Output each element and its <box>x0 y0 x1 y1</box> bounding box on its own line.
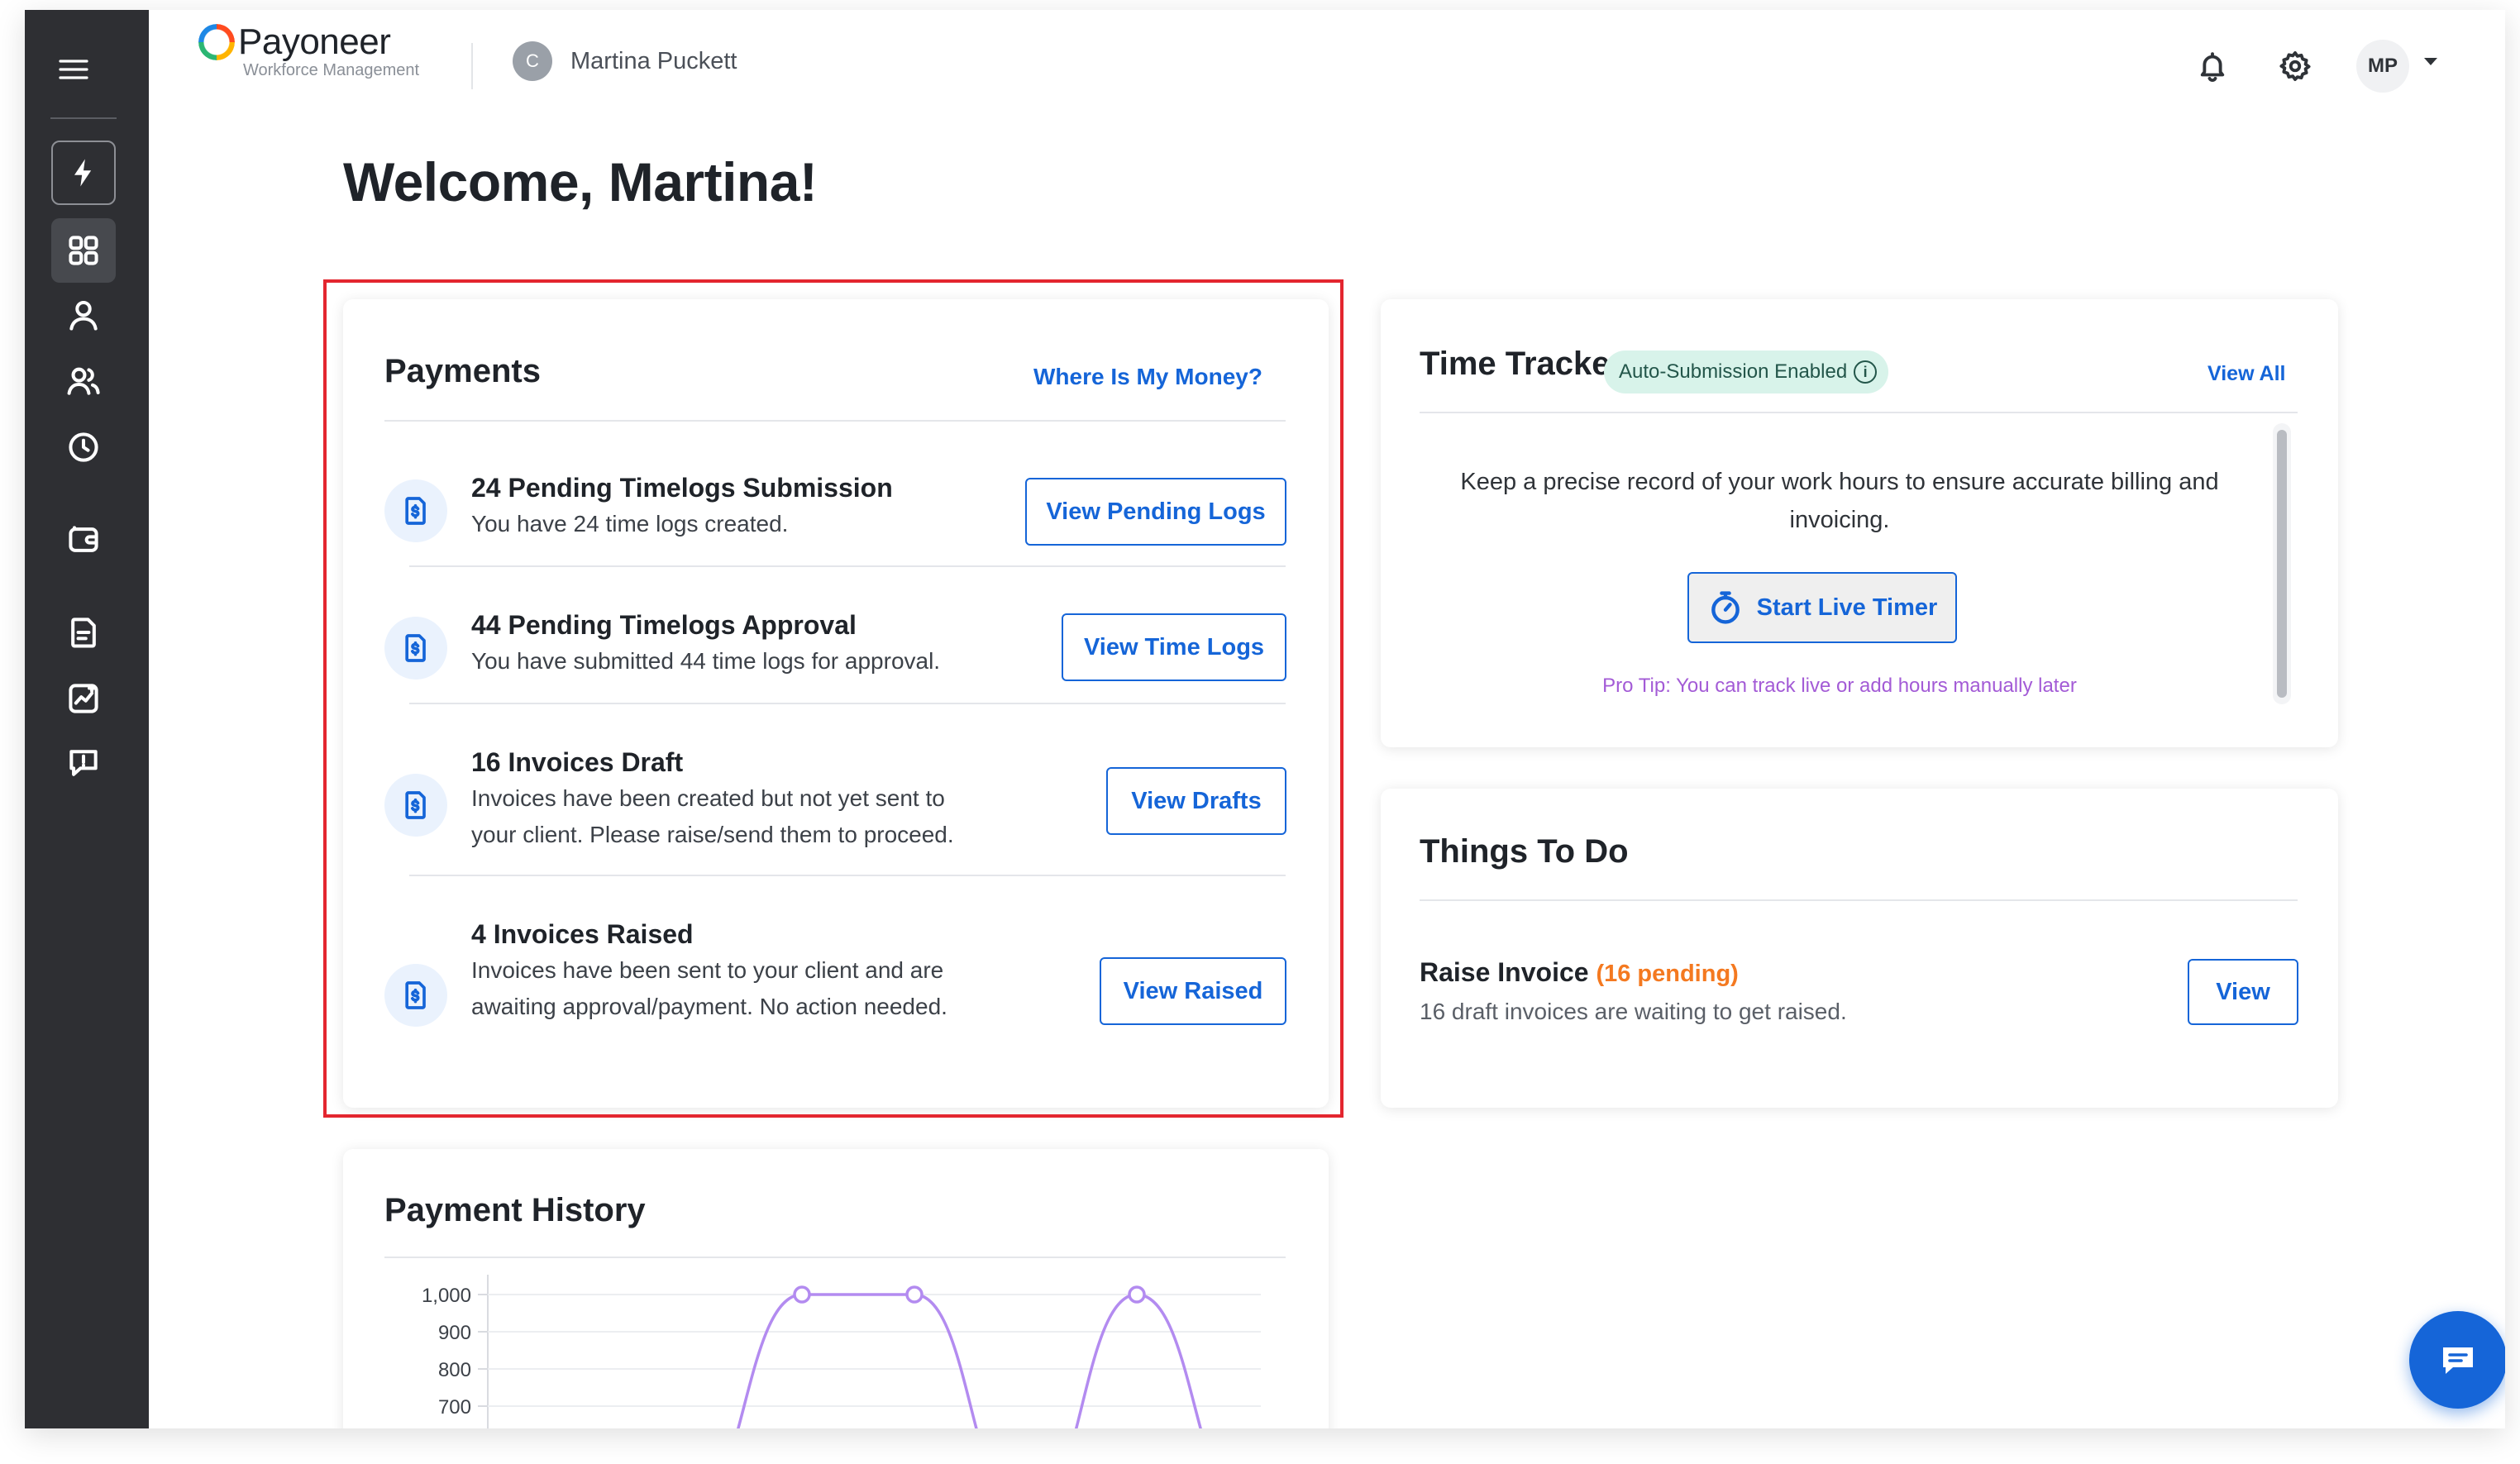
menu-icon[interactable] <box>55 51 92 88</box>
where-is-my-money-link[interactable]: Where Is My Money? <box>1033 364 1262 390</box>
divider <box>409 875 1286 876</box>
payment-history-chart: 1,000 900 800 700 <box>422 1275 1261 1428</box>
chat-button[interactable] <box>2409 1311 2505 1409</box>
auto-submission-badge: Auto-Submission Enabled i <box>1604 351 1889 393</box>
settings-button[interactable] <box>2272 43 2318 89</box>
invoice-dollar-icon <box>384 774 447 837</box>
notifications-button[interactable] <box>2189 43 2236 89</box>
data-point <box>1128 1285 1146 1304</box>
divider <box>1420 412 2298 413</box>
start-live-timer-button[interactable]: Start Live Timer <box>1687 572 1957 643</box>
divider <box>1420 899 2298 901</box>
view-pending-logs-button[interactable]: View Pending Logs <box>1025 478 1286 546</box>
chat-icon <box>2443 1347 2473 1374</box>
badge-label: Auto-Submission Enabled <box>1619 360 1848 383</box>
todo-item-description: 16 draft invoices are waiting to get rai… <box>1420 999 1847 1024</box>
brand-logo[interactable]: Payoneer Workforce Management <box>198 21 419 80</box>
view-raised-button[interactable]: View Raised <box>1100 957 1286 1025</box>
row-description: You have submitted 44 time logs for appr… <box>471 648 941 674</box>
todo-item-title: Raise Invoice (16 pending) <box>1420 957 1739 988</box>
document-icon <box>71 618 96 648</box>
sidebar-item-documents[interactable] <box>51 600 116 665</box>
feedback-icon <box>69 750 98 776</box>
sidebar-item-feedback[interactable] <box>51 731 116 795</box>
row-title: 44 Pending Timelogs Approval <box>471 610 857 640</box>
pro-tip: Pro Tip: You can track live or add hours… <box>1602 675 2077 697</box>
grid-icon <box>69 236 98 265</box>
org-avatar: C <box>513 41 552 81</box>
row-description: Invoices have been created but not yet s… <box>471 785 954 847</box>
info-icon[interactable]: i <box>1854 360 1878 384</box>
y-tick-label: 700 <box>438 1396 471 1419</box>
series-line <box>737 1293 1202 1428</box>
sidebar-item-clients[interactable] <box>51 349 116 413</box>
user-avatar[interactable]: MP <box>2356 40 2409 93</box>
bell-icon <box>2200 52 2225 83</box>
lightning-icon <box>74 159 92 187</box>
payment-history-title: Payment History <box>384 1192 646 1228</box>
data-point <box>793 1285 811 1304</box>
sidebar-item-quick-actions[interactable] <box>51 141 116 205</box>
brand-name: Payoneer <box>238 21 391 62</box>
divider <box>409 565 1286 567</box>
scrollbar-thumb[interactable] <box>2277 430 2287 698</box>
app-window: Payoneer Workforce Management C Martina … <box>25 10 2505 1428</box>
invoice-dollar-icon <box>384 964 447 1027</box>
invoice-dollar-icon <box>384 617 447 680</box>
user-icon <box>69 300 98 331</box>
users-icon <box>67 367 100 395</box>
y-tick-label: 800 <box>438 1359 471 1381</box>
row-description: Invoices have been sent to your client a… <box>471 957 947 1019</box>
view-time-logs-button[interactable]: View Time Logs <box>1062 613 1286 681</box>
sidebar <box>25 10 149 1428</box>
sidebar-item-reports[interactable] <box>51 666 116 731</box>
org-name: Martina Puckett <box>570 47 737 74</box>
sidebar-item-dashboard[interactable] <box>51 218 116 283</box>
view-drafts-button[interactable]: View Drafts <box>1106 767 1286 835</box>
pending-count: (16 pending) <box>1596 961 1739 987</box>
view-todo-button[interactable]: View <box>2188 959 2298 1025</box>
wallet-icon <box>69 526 98 552</box>
y-tick-label: 1,000 <box>422 1285 471 1307</box>
sidebar-item-profile[interactable] <box>51 283 116 347</box>
y-tick-label: 900 <box>438 1322 471 1344</box>
payments-title: Payments <box>384 353 541 389</box>
row-title: 4 Invoices Raised <box>471 919 694 949</box>
gear-icon <box>2279 50 2311 82</box>
view-all-link[interactable]: View All <box>2207 362 2285 386</box>
things-to-do-title: Things To Do <box>1420 833 1629 870</box>
start-live-timer-label: Start Live Timer <box>1756 594 1938 621</box>
time-tracker-description: Keep a precise record of your work hours… <box>1460 469 2219 533</box>
page-title: Welcome, Martina! <box>343 151 818 212</box>
chevron-down-icon[interactable] <box>2424 58 2437 65</box>
header-divider <box>471 43 473 89</box>
payoneer-logo-icon <box>198 24 235 60</box>
data-point <box>905 1285 924 1304</box>
raise-invoice-label: Raise Invoice <box>1420 957 1589 987</box>
stopwatch-icon <box>1711 591 1740 624</box>
row-title: 24 Pending Timelogs Submission <box>471 473 893 503</box>
divider <box>409 703 1286 704</box>
row-title: 16 Invoices Draft <box>471 747 684 777</box>
invoice-dollar-icon <box>384 479 447 542</box>
time-tracker-title: Time Tracker <box>1420 346 1624 382</box>
organization-switcher[interactable]: C Martina Puckett <box>513 41 737 81</box>
sidebar-item-wallet[interactable] <box>51 508 116 572</box>
row-description: You have 24 time logs created. <box>471 511 789 536</box>
sidebar-divider <box>50 117 117 119</box>
clock-icon <box>69 432 98 462</box>
brand-subtitle: Workforce Management <box>243 61 420 79</box>
divider <box>384 420 1286 422</box>
chart-icon <box>69 684 98 713</box>
sidebar-item-time[interactable] <box>51 415 116 479</box>
divider <box>384 1257 1286 1258</box>
